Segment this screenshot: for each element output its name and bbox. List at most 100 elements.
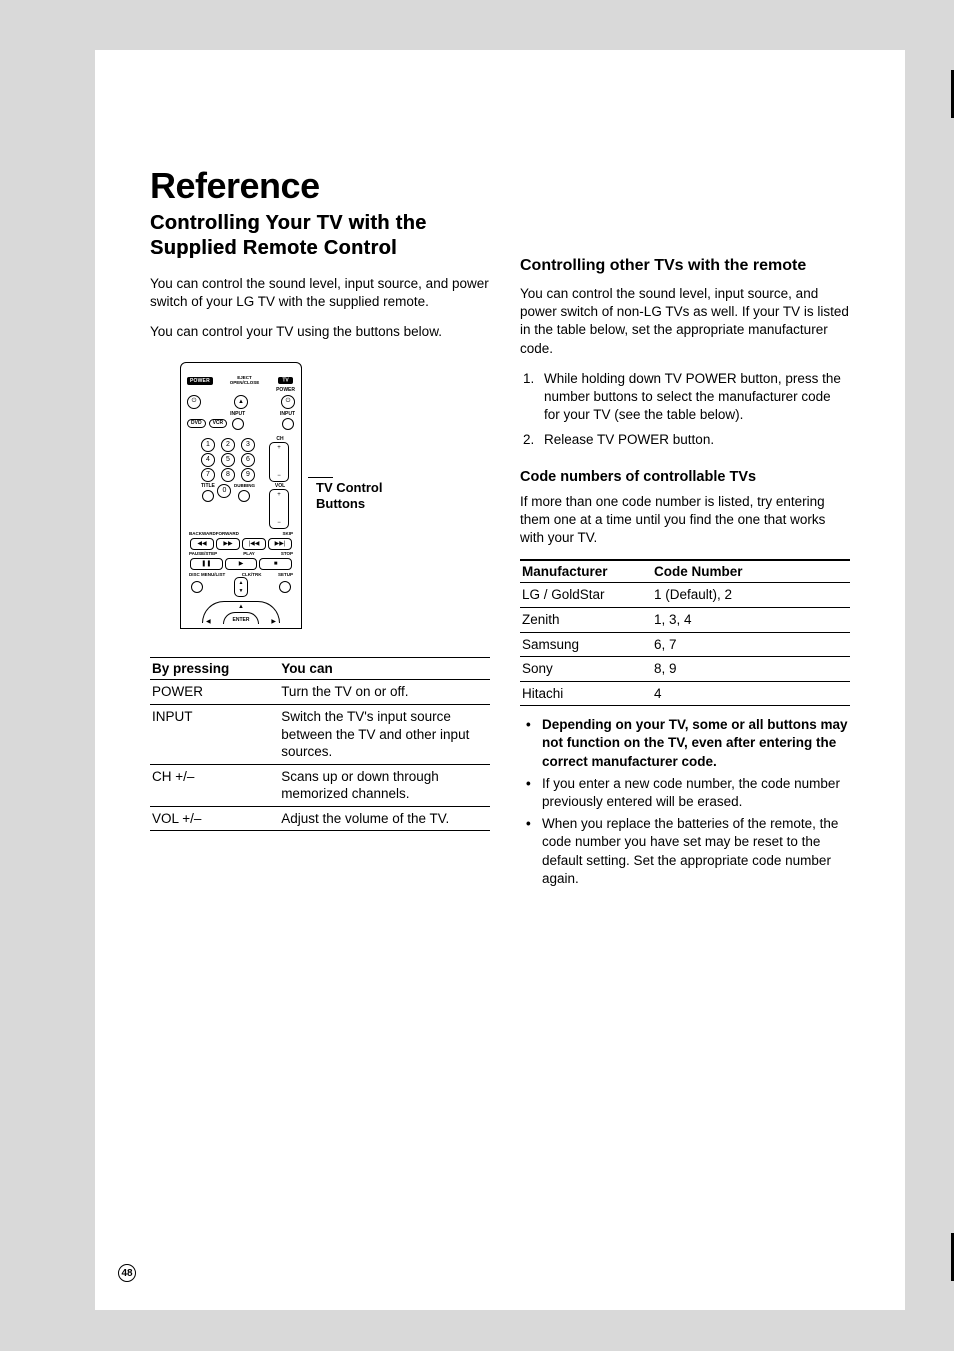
table-row: POWERTurn the TV on or off.	[150, 680, 490, 705]
num-button: 6	[241, 453, 255, 467]
eject-icon: ▲	[234, 395, 248, 409]
input2-button-icon	[282, 418, 294, 430]
table-cell: CH +/–	[150, 764, 279, 806]
table-row: Sony8, 9	[520, 657, 850, 682]
remote-pause-label: PAUSE/STEP	[189, 552, 217, 557]
table-row: Hitachi4	[520, 681, 850, 706]
remote-input2-label: INPUT	[280, 412, 295, 417]
remote-stop-label: STOP	[281, 552, 293, 557]
table-row: CH +/–Scans up or down through memorized…	[150, 764, 490, 806]
num-button: 4	[201, 453, 215, 467]
figure-caption: TV Control Buttons	[316, 480, 382, 511]
table-row: INPUTSwitch the TV's input source betwee…	[150, 705, 490, 765]
clktrk-rocker-icon: ▲▼	[234, 577, 248, 597]
table-cell: Sony	[520, 657, 652, 682]
power-icon: ⏻	[187, 395, 201, 409]
list-item: While holding down TV POWER button, pres…	[538, 370, 850, 425]
caption-line: Buttons	[316, 496, 365, 511]
remote-forward-label: FORWARD	[216, 532, 239, 537]
table-cell: Scans up or down through memorized chann…	[279, 764, 490, 806]
remote-backward-label: BACKWARD	[189, 532, 216, 537]
num-button: 8	[221, 468, 235, 482]
remote-tv-pill: TV	[278, 377, 292, 384]
remote-input-label: INPUT	[230, 412, 245, 417]
nav-pad-icon: ▲ ◀ ▶ ENTER	[202, 601, 280, 623]
remote-power-label: POWER	[187, 377, 213, 385]
table-cell: Zenith	[520, 607, 652, 632]
left-column: Controlling Your TV with the Supplied Re…	[150, 211, 490, 892]
table-header: Manufacturer	[520, 560, 652, 583]
setup-button-icon	[279, 581, 291, 593]
section-heading: Controlling other TVs with the remote	[520, 257, 850, 275]
body-text: If more than one code number is listed, …	[520, 493, 850, 548]
subtitle-line: Supplied Remote Control	[150, 237, 397, 259]
list-item: Release TV POWER button.	[538, 431, 850, 449]
steps-list: While holding down TV POWER button, pres…	[520, 370, 850, 449]
list-item: If you enter a new code number, the code…	[520, 775, 850, 811]
table-header: You can	[279, 658, 490, 680]
table-cell: VOL +/–	[150, 806, 279, 831]
codes-table: Manufacturer Code Number LG / GoldStar1 …	[520, 559, 850, 706]
table-cell: Turn the TV on or off.	[279, 680, 490, 705]
remote-discmenu-label: DISC MENU/LIST	[189, 573, 225, 578]
list-item: Depending on your TV, some or all button…	[520, 716, 850, 771]
table-cell: Samsung	[520, 632, 652, 657]
input-button-icon	[232, 418, 244, 430]
table-cell: Switch the TV's input source between the…	[279, 705, 490, 765]
title-button-icon	[202, 490, 214, 502]
rewind-icon: ◀◀	[190, 538, 214, 550]
remote-play-label: PLAY	[243, 552, 255, 557]
num-button: 0	[217, 484, 231, 498]
remote-title-label: TITLE	[201, 484, 215, 489]
table-header: By pressing	[150, 658, 279, 680]
vol-rocker-icon: +−	[269, 489, 289, 529]
pause-icon: ❚❚	[190, 558, 223, 570]
remote-openclose-label: OPEN/CLOSE	[230, 381, 260, 386]
controls-table: By pressing You can POWERTurn the TV on …	[150, 657, 490, 831]
body-text: You can control your TV using the button…	[150, 323, 490, 341]
table-cell: 4	[652, 681, 850, 706]
table-cell: INPUT	[150, 705, 279, 765]
table-row: Zenith1, 3, 4	[520, 607, 850, 632]
manual-page: Reference Controlling Your TV with the S…	[95, 50, 905, 1310]
tv-power-icon: ⏻	[281, 395, 295, 409]
num-button: 5	[221, 453, 235, 467]
remote-enter-label: ENTER	[223, 612, 259, 624]
remote-vcr-button: VCR	[209, 419, 228, 428]
right-column: Controlling other TVs with the remote Yo…	[520, 211, 850, 892]
play-icon: ▶	[225, 558, 258, 570]
table-cell: LG / GoldStar	[520, 583, 652, 608]
skip-prev-icon: |◀◀	[242, 538, 266, 550]
remote-tv-power-label: POWER	[276, 388, 295, 393]
remote-vol-label: VOL	[269, 484, 291, 489]
page-title: Reference	[150, 165, 850, 207]
remote-diagram: POWER EJECT OPEN/CLOSE TV POWER	[180, 362, 302, 630]
caption-line: TV Control	[316, 480, 382, 495]
remote-figure: POWER EJECT OPEN/CLOSE TV POWER	[180, 362, 490, 630]
callout-line-icon	[308, 477, 333, 478]
stop-icon: ■	[259, 558, 292, 570]
remote-dvd-button: DVD	[187, 419, 206, 428]
remote-skip-label: SKIP	[282, 532, 293, 537]
section-subtitle: Controlling Your TV with the Supplied Re…	[150, 211, 490, 261]
dubbing-button-icon	[238, 490, 250, 502]
body-text: You can control the sound level, input s…	[520, 285, 850, 358]
num-button: 2	[221, 438, 235, 452]
page-number: 48	[118, 1264, 136, 1282]
table-cell: Hitachi	[520, 681, 652, 706]
remote-ch-label: CH	[269, 437, 291, 442]
table-cell: 8, 9	[652, 657, 850, 682]
table-row: LG / GoldStar1 (Default), 2	[520, 583, 850, 608]
table-cell: 6, 7	[652, 632, 850, 657]
body-text: You can control the sound level, input s…	[150, 275, 490, 311]
table-row: VOL +/–Adjust the volume of the TV.	[150, 806, 490, 831]
ch-rocker-icon: +−	[269, 442, 289, 482]
table-cell: POWER	[150, 680, 279, 705]
remote-dubbing-label: DUBBING	[234, 484, 255, 489]
skip-next-icon: ▶▶|	[268, 538, 292, 550]
num-button: 1	[201, 438, 215, 452]
arrow-up-icon: ▲	[238, 604, 244, 610]
num-button: 9	[241, 468, 255, 482]
table-row: Samsung6, 7	[520, 632, 850, 657]
arrow-left-icon: ◀	[206, 618, 211, 625]
